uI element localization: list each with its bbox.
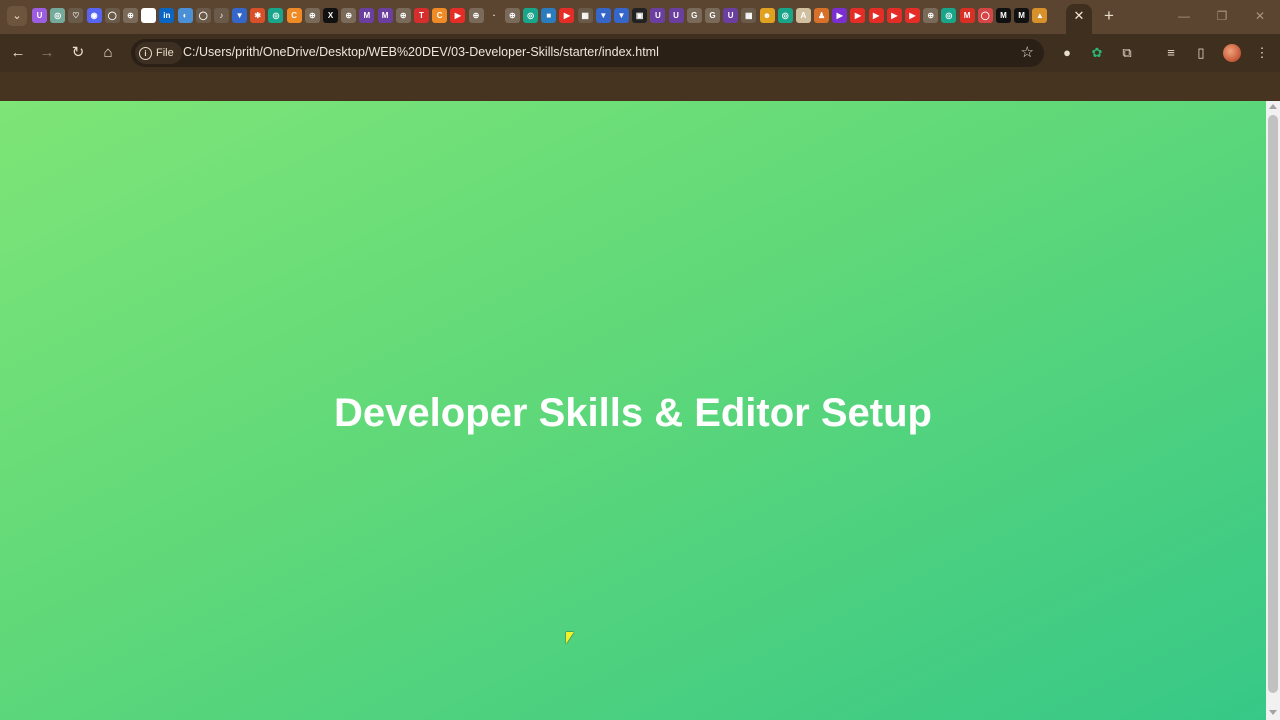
globe-icon[interactable]: ⊕	[122, 8, 138, 23]
globe-icon[interactable]: ◐	[177, 8, 193, 23]
youtube-icon[interactable]: ▶	[886, 8, 902, 23]
medium-icon[interactable]: M	[995, 8, 1011, 23]
close-window-icon[interactable]: ✕	[1250, 6, 1270, 26]
active-tab[interactable]: ✕	[1066, 4, 1092, 34]
browser-toolbar: ← → ↻ ⌂ i File C:/Users/prith/OneDrive/D…	[0, 34, 1280, 72]
code-icon[interactable]: C	[432, 8, 448, 23]
info-icon: i	[139, 46, 152, 60]
youtube-icon[interactable]: ▶	[868, 8, 884, 23]
u-icon[interactable]: U	[723, 8, 739, 23]
terminal-icon[interactable]: ▣	[632, 8, 648, 23]
shield-icon[interactable]: ▼	[232, 8, 248, 23]
url-text[interactable]: C:/Users/prith/OneDrive/Desktop/WEB%20DE…	[183, 45, 659, 59]
circle-icon[interactable]: ◯	[977, 8, 993, 23]
globe-icon[interactable]: ⊕	[341, 8, 357, 23]
pinned-site-icon[interactable]: U	[32, 8, 47, 23]
grid-icon[interactable]: ▦	[577, 8, 593, 23]
u-icon[interactable]: U	[668, 8, 684, 23]
person-icon[interactable]: ♟	[814, 8, 830, 23]
heart-icon[interactable]: ♡	[68, 8, 84, 23]
reload-button[interactable]: ↻	[67, 42, 89, 64]
globe-icon[interactable]: ⊕	[395, 8, 411, 23]
site-icon[interactable]: ·	[486, 8, 502, 23]
gmail-icon[interactable]: M	[959, 8, 975, 23]
site-info-chip[interactable]: i File	[135, 42, 182, 64]
google-icon[interactable]: G	[704, 8, 720, 23]
puzzle-icon[interactable]: ⧉	[1117, 43, 1137, 63]
maximize-icon[interactable]: ❐	[1212, 6, 1232, 26]
code-icon[interactable]: C	[286, 8, 302, 23]
youtube-icon[interactable]: ▶	[450, 8, 466, 23]
tab-search-button[interactable]: ⌄	[7, 6, 27, 26]
scroll-down-arrow-icon[interactable]	[1269, 710, 1277, 715]
scroll-up-arrow-icon[interactable]	[1269, 104, 1277, 109]
grid-icon[interactable]: ▦	[741, 8, 757, 23]
tab-strip: ⌄ U ◎ ♡ ◉ ◯ ⊕ ○ in ◐ ◯ ♪ ▼ ✱ ◎ C ⊕ X ⊕ M M ⊕ T C ▶ ⊕ · ⊕ ◎ ■ ▶ ▦ ▼ ▼ ▣ U U G…	[0, 0, 1280, 34]
globe-icon[interactable]: ⊕	[923, 8, 939, 23]
minimize-icon[interactable]: —	[1174, 6, 1194, 26]
play-icon[interactable]: ▶	[832, 8, 848, 23]
mouse-cursor-icon	[566, 632, 574, 644]
gear-icon[interactable]: ✱	[250, 8, 266, 23]
close-tab-icon[interactable]: ✕	[1072, 9, 1086, 23]
tuf-icon[interactable]: T	[413, 8, 429, 23]
address-bar[interactable]: i File C:/Users/prith/OneDrive/Desktop/W…	[131, 39, 1044, 67]
page-viewport: Developer Skills & Editor Setup	[0, 101, 1266, 720]
medium-icon[interactable]: M	[1014, 8, 1030, 23]
chevron-down-icon: ⌄	[12, 10, 22, 22]
globe-icon[interactable]: ⊕	[304, 8, 320, 23]
browser-chrome-band	[0, 72, 1280, 101]
google-icon[interactable]: G	[686, 8, 702, 23]
m-icon[interactable]: M	[377, 8, 393, 23]
cat-icon[interactable]: ☻	[759, 8, 775, 23]
discord-icon[interactable]: ◉	[86, 8, 102, 23]
globe-icon[interactable]: ⊕	[504, 8, 520, 23]
youtube-icon[interactable]: ▶	[905, 8, 920, 23]
square-icon[interactable]: ■	[541, 8, 557, 23]
shield-icon[interactable]: ▼	[614, 8, 629, 23]
forward-button[interactable]: →	[36, 42, 58, 64]
back-button[interactable]: ←	[7, 42, 29, 64]
github-icon[interactable]: ◯	[104, 8, 120, 23]
book-icon[interactable]: A	[795, 8, 811, 23]
site-icon[interactable]: ▲	[1032, 8, 1048, 23]
home-button[interactable]: ⌂	[97, 42, 119, 64]
youtube-icon[interactable]: ▶	[850, 8, 866, 23]
globe-icon[interactable]: ⊕	[468, 8, 484, 23]
shield-icon[interactable]: ▼	[595, 8, 611, 23]
lens-icon[interactable]: ●	[1057, 43, 1077, 63]
youtube-icon[interactable]: ▶	[559, 8, 575, 23]
menu-icon[interactable]: ⋮	[1252, 43, 1272, 63]
bookmark-star-icon[interactable]: ☆	[1021, 43, 1034, 63]
scrollbar-thumb[interactable]	[1268, 115, 1278, 693]
linkedin-icon[interactable]: in	[159, 8, 175, 23]
chatgpt-icon[interactable]: ◎	[268, 8, 284, 23]
page-title: Developer Skills & Editor Setup	[334, 391, 932, 435]
new-tab-button[interactable]: +	[1100, 7, 1118, 25]
side-panel-icon[interactable]: ▯	[1191, 43, 1211, 63]
u-icon[interactable]: U	[650, 8, 666, 23]
site-icon[interactable]: ○	[141, 8, 157, 23]
chatgpt-icon[interactable]: ◎	[941, 8, 957, 23]
scrollbar[interactable]	[1266, 101, 1280, 720]
bell-icon[interactable]: ♪	[213, 8, 229, 23]
m-icon[interactable]: M	[359, 8, 375, 23]
media-controls-icon[interactable]: ≡	[1161, 43, 1181, 63]
pinned-tabs: U ◎ ♡ ◉ ◯ ⊕ ○ in ◐ ◯ ♪ ▼ ✱ ◎ C ⊕ X ⊕ M M ⊕ T C ▶ ⊕ · ⊕ ◎ ■ ▶ ▦ ▼ ▼ ▣ U U G G U…	[32, 8, 1048, 26]
openai-icon[interactable]: ◎	[50, 8, 66, 23]
x-icon[interactable]: X	[323, 8, 338, 23]
chatgpt-icon[interactable]: ◎	[523, 8, 539, 23]
chatgpt-icon[interactable]: ◎	[777, 8, 793, 23]
browser-window: ⌄ U ◎ ♡ ◉ ◯ ⊕ ○ in ◐ ◯ ♪ ▼ ✱ ◎ C ⊕ X ⊕ M M ⊕ T C ▶ ⊕ · ⊕ ◎ ■ ▶ ▦ ▼ ▼ ▣ U U G…	[0, 0, 1280, 720]
site-info-label: File	[156, 47, 174, 59]
avatar[interactable]	[1223, 44, 1241, 62]
extension-icon[interactable]: ✿	[1087, 43, 1107, 63]
github-icon[interactable]: ◯	[195, 8, 211, 23]
